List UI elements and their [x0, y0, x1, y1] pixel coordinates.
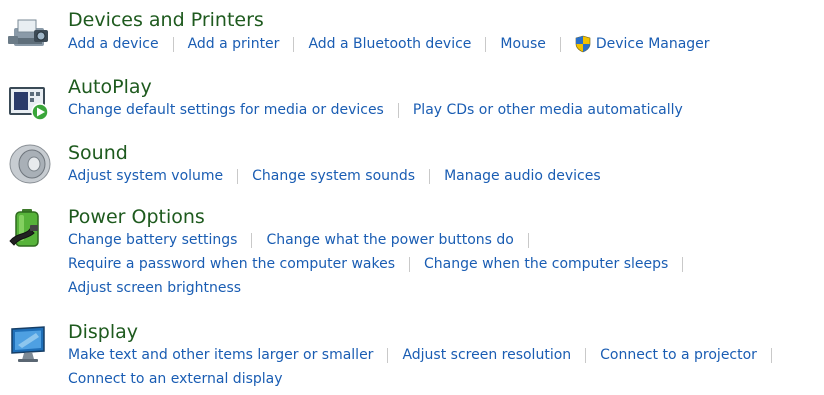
section-content: Display Make text and other items larger… [68, 321, 824, 395]
monitor-icon[interactable] [6, 323, 52, 365]
battery-plug-icon[interactable] [6, 207, 52, 249]
section-title-devices-and-printers[interactable]: Devices and Printers [68, 9, 824, 31]
separator [770, 347, 772, 363]
link-row: Change default settings for media or dev… [68, 102, 824, 118]
separator [409, 256, 411, 272]
uac-shield-icon [575, 35, 591, 53]
section-title-autoplay[interactable]: AutoPlay [68, 76, 824, 98]
link-row: Change battery settings Change what the … [68, 232, 824, 248]
autoplay-icon[interactable] [6, 82, 52, 124]
section-title-power-options[interactable]: Power Options [68, 206, 824, 228]
add-device-link[interactable]: Add a device [68, 36, 159, 52]
adjust-screen-brightness-link[interactable]: Adjust screen brightness [68, 280, 241, 296]
manage-audio-devices-link[interactable]: Manage audio devices [444, 168, 601, 184]
section-content: Power Options Change battery settings Ch… [68, 206, 824, 304]
section-content: AutoPlay Change default settings for med… [68, 76, 824, 126]
separator [527, 232, 529, 248]
separator [585, 347, 587, 363]
speaker-icon[interactable] [6, 143, 52, 185]
separator [172, 36, 174, 52]
connect-to-projector-link[interactable]: Connect to a projector [600, 347, 757, 363]
separator [559, 36, 561, 52]
add-bluetooth-device-link[interactable]: Add a Bluetooth device [308, 36, 471, 52]
adjust-screen-resolution-link[interactable]: Adjust screen resolution [402, 347, 571, 363]
section-title-sound[interactable]: Sound [68, 142, 824, 164]
separator [682, 256, 684, 272]
link-row: Add a device Add a printer Add a Bluetoo… [68, 35, 824, 53]
separator [237, 168, 239, 184]
change-power-buttons-link[interactable]: Change what the power buttons do [266, 232, 513, 248]
play-cds-automatically-link[interactable]: Play CDs or other media automatically [413, 102, 683, 118]
separator [429, 168, 431, 184]
change-default-media-settings-link[interactable]: Change default settings for media or dev… [68, 102, 384, 118]
change-sleep-settings-link[interactable]: Change when the computer sleeps [424, 256, 668, 272]
separator [485, 36, 487, 52]
adjust-system-volume-link[interactable]: Adjust system volume [68, 168, 223, 184]
separator [387, 347, 389, 363]
connect-external-display-link[interactable]: Connect to an external display [68, 371, 283, 387]
link-row: Adjust screen brightness [68, 280, 824, 296]
change-system-sounds-link[interactable]: Change system sounds [252, 168, 415, 184]
section-title-display[interactable]: Display [68, 321, 824, 343]
link-row: Make text and other items larger or smal… [68, 347, 824, 363]
separator [293, 36, 295, 52]
separator [397, 102, 399, 118]
add-printer-link[interactable]: Add a printer [188, 36, 280, 52]
section-content: Devices and Printers Add a device Add a … [68, 9, 824, 61]
section-content: Sound Adjust system volume Change system… [68, 142, 824, 192]
make-text-larger-smaller-link[interactable]: Make text and other items larger or smal… [68, 347, 373, 363]
require-password-on-wake-link[interactable]: Require a password when the computer wak… [68, 256, 395, 272]
mouse-link[interactable]: Mouse [500, 36, 545, 52]
device-manager-link[interactable]: Device Manager [596, 36, 710, 52]
link-row: Require a password when the computer wak… [68, 256, 824, 272]
link-row: Adjust system volume Change system sound… [68, 168, 824, 184]
printer-camera-icon[interactable] [6, 14, 52, 56]
link-row: Connect to an external display [68, 371, 824, 387]
separator [251, 232, 253, 248]
change-battery-settings-link[interactable]: Change battery settings [68, 232, 237, 248]
